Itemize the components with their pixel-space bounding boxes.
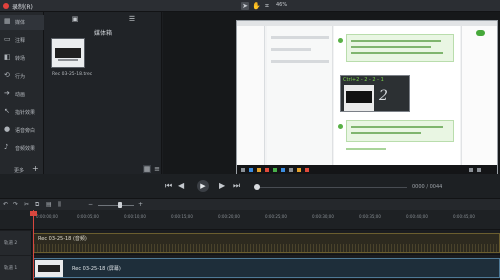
step-back-icon[interactable]: ⏮: [165, 181, 172, 191]
media-thumbnail[interactable]: [51, 38, 85, 68]
cursor-effect-icon: ↖: [4, 107, 10, 115]
track-header[interactable]: 轨道 2: [0, 231, 32, 255]
tool-transitions[interactable]: ◧ 转场: [0, 51, 44, 66]
tool-label: 动画: [15, 92, 26, 98]
ruler-tick: 0:00:05;00: [77, 214, 99, 219]
microphone-icon: ●: [4, 125, 11, 133]
tool-label: 行为: [15, 74, 26, 80]
media-bin-tab-icon[interactable]: ▣: [70, 14, 80, 24]
preview-right-panel: [461, 26, 497, 165]
hand-tool-icon[interactable]: ✋: [252, 2, 261, 10]
library-tab-icon[interactable]: ☰: [127, 14, 137, 24]
ruler-tick: 0:00:10;00: [124, 214, 146, 219]
timeline-ruler[interactable]: 0:00:00;00 0:00:05;00 0:00:10;00 0:00:15…: [0, 210, 500, 230]
preview-chat-list: [267, 26, 333, 165]
ruler-tick: 0:00:35;00: [359, 214, 381, 219]
tool-label: 媒体: [15, 20, 26, 26]
preview-sidebar: [237, 26, 265, 165]
tool-label: 语音旁白: [15, 128, 36, 134]
zoom-level[interactable]: 46%: [276, 2, 287, 8]
media-icon: ▦: [4, 17, 11, 25]
zoom-in-icon[interactable]: +: [138, 201, 143, 209]
record-icon[interactable]: [3, 3, 9, 9]
title-bar: 录制(R) ➤ ✋ ⌗ 46%: [0, 0, 500, 12]
split-icon[interactable]: ⫼: [58, 201, 61, 209]
keystroke-caption: Ctrl+2 - 2 - 2 - 1: [343, 77, 384, 83]
clip-name: Rec 03-25-18 (屏幕): [72, 266, 121, 272]
crop-tool-icon[interactable]: ⌗: [263, 2, 271, 10]
timeline-track-1: 轨道 1 Rec 03-25-18 (屏幕): [0, 256, 500, 280]
animation-icon: ➔: [4, 89, 10, 97]
paste-icon[interactable]: ▤: [46, 201, 52, 209]
ruler-tick: 0:00:15;00: [171, 214, 193, 219]
playback-bar: ⏮ ◀ ▶ ▶ ⏭ 0000 / 0044: [163, 174, 500, 198]
ruler-tick: 0:00:25;00: [265, 214, 287, 219]
tool-voice-narration[interactable]: ● 语音旁白: [0, 123, 44, 138]
video-clip[interactable]: Rec 03-25-18 (屏幕): [33, 258, 500, 278]
media-bin: ▣ ☰ 媒体箱 Rec 03-25-18.trec ▦ ≡: [44, 12, 162, 174]
clip-name: Rec 03-25-18 (音频): [38, 236, 87, 242]
grid-view-icon[interactable]: ▦: [143, 165, 151, 173]
canvas[interactable]: Ctrl+2 - 2 - 2 - 1 2: [163, 12, 500, 176]
audio-effect-icon: ♪: [4, 143, 9, 151]
keystroke-digit: 2: [379, 88, 388, 104]
timeline-toolbar: ↶ ↷ ✂ ⧉ ▤ ⫼ − +: [0, 198, 500, 210]
zoom-out-icon[interactable]: −: [88, 201, 93, 209]
play-button[interactable]: ▶: [197, 180, 209, 192]
list-view-icon[interactable]: ≡: [153, 165, 161, 173]
ruler-tick: 0:00:20;00: [218, 214, 240, 219]
media-clip-label[interactable]: Rec 03-25-18.trec: [52, 72, 92, 77]
left-bottom-panel: [0, 174, 163, 198]
timeline-zoom-slider[interactable]: [98, 205, 134, 206]
tool-animations[interactable]: ➔ 动画: [0, 87, 44, 102]
scrubber-handle[interactable]: [254, 184, 260, 190]
more-tools-button[interactable]: 更多: [14, 167, 24, 174]
tool-audio-effects[interactable]: ♪ 音频效果: [0, 141, 44, 156]
behavior-icon: ⟲: [4, 71, 10, 79]
annotation-icon: ▭: [4, 35, 11, 43]
app-title[interactable]: 录制(R): [12, 2, 33, 11]
scrubber-track[interactable]: [257, 187, 407, 188]
timeline-track-2: 轨道 2 Rec 03-25-18 (音频): [0, 231, 500, 255]
tool-media[interactable]: ▦ 媒体: [0, 15, 44, 30]
tool-label: 转场: [15, 56, 26, 62]
step-forward-icon[interactable]: ⏭: [233, 181, 240, 191]
bin-tabs: ▣ ☰: [44, 12, 162, 26]
undo-icon[interactable]: ↶: [3, 201, 8, 209]
next-frame-icon[interactable]: ▶: [219, 181, 225, 191]
ruler-tick: 0:00:00;00: [36, 214, 58, 219]
audio-clip[interactable]: Rec 03-25-18 (音频): [33, 233, 500, 253]
tool-label: 注释: [15, 38, 26, 44]
clip-thumbnail: [35, 260, 63, 277]
tool-behaviors[interactable]: ⟲ 行为: [0, 69, 44, 84]
tool-cursor-effects[interactable]: ↖ 指针效果: [0, 105, 44, 120]
previous-frame-icon[interactable]: ◀: [178, 181, 184, 191]
track-label: 轨道 1: [4, 266, 18, 271]
audio-waveform: [34, 244, 499, 252]
timeline-zoom-handle[interactable]: [118, 202, 122, 208]
tool-label: 音频效果: [15, 146, 36, 152]
pointer-tool-icon[interactable]: ➤: [241, 2, 249, 10]
ruler-tick: 0:00:40;00: [406, 214, 428, 219]
cut-icon[interactable]: ✂: [24, 201, 29, 209]
tools-panel: ▦ 媒体 ▭ 注释 ◧ 转场 ⟲ 行为 ➔ 动画 ↖ 指针效果 ● 语音旁白 ♪…: [0, 12, 44, 174]
copy-icon[interactable]: ⧉: [35, 201, 39, 209]
tool-label: 指针效果: [15, 110, 36, 116]
track-header[interactable]: 轨道 1: [0, 256, 32, 280]
transition-icon: ◧: [4, 53, 11, 61]
ruler-tick: 0:00:30;00: [312, 214, 334, 219]
timecode: 0000 / 0044: [412, 184, 443, 190]
playhead[interactable]: [33, 210, 34, 280]
track-label: 轨道 2: [4, 241, 18, 246]
media-bin-title: 媒体箱: [93, 30, 112, 37]
playhead-handle[interactable]: [30, 211, 37, 216]
redo-icon[interactable]: ↷: [13, 201, 18, 209]
add-icon[interactable]: +: [32, 164, 39, 173]
keystroke-overlay[interactable]: Ctrl+2 - 2 - 2 - 1 2: [340, 75, 410, 112]
ruler-tick: 0:00:45;00: [453, 214, 475, 219]
tool-annotations[interactable]: ▭ 注释: [0, 33, 44, 48]
